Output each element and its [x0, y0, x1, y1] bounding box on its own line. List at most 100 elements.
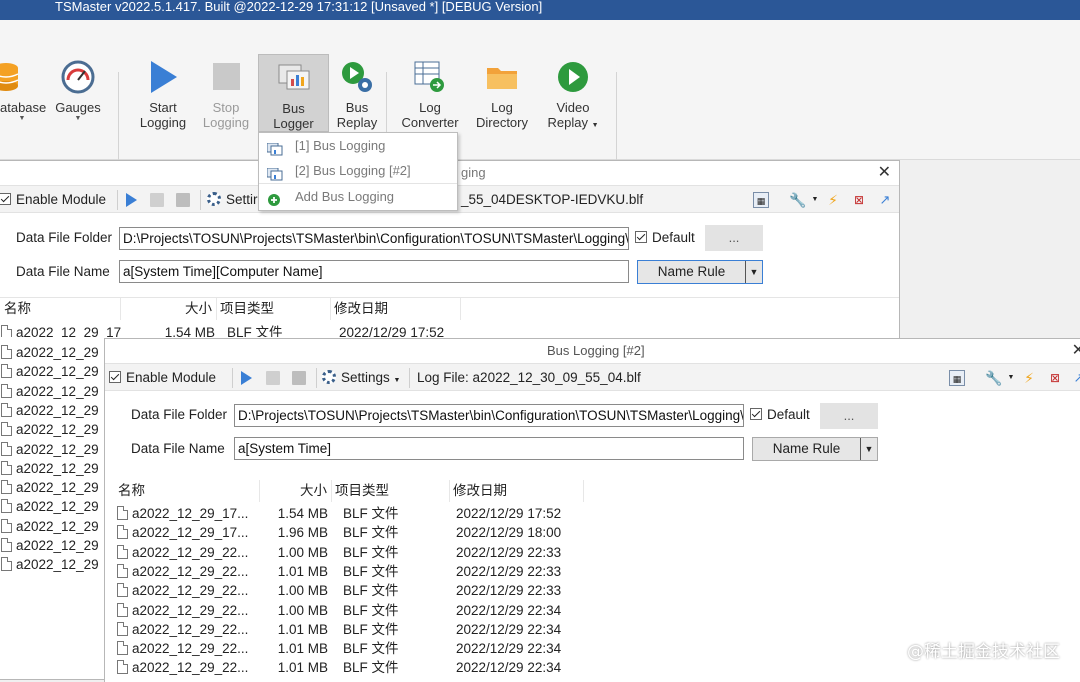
- file-name: a2022_12_29: [16, 557, 99, 573]
- stop-logging-button[interactable]: Stop Logging: [198, 54, 254, 130]
- start-logging-button[interactable]: Start Logging: [134, 54, 192, 130]
- stop-icon[interactable]: [292, 371, 306, 385]
- table-row[interactable]: a2022_12_29_22... 1.01 MB BLF 文件 2022/12/29…: [117, 620, 587, 639]
- file-name: a2022_12_29_22...: [132, 563, 249, 579]
- name-rule-button[interactable]: Name Rule ▼: [752, 437, 878, 461]
- chevron-down-icon[interactable]: ▼: [1003, 370, 1019, 386]
- close-icon[interactable]: ✕: [878, 161, 891, 185]
- column-type[interactable]: 项目类型: [217, 298, 331, 320]
- file-name: a2022_12_29_22...: [132, 660, 249, 676]
- grid-view-icon[interactable]: ▦: [753, 192, 769, 208]
- data-file-folder-input[interactable]: D:\Projects\TOSUN\Projects\TSMaster\bin\…: [234, 404, 744, 427]
- data-file-folder-input[interactable]: D:\Projects\TOSUN\Projects\TSMaster\bin\…: [119, 227, 629, 250]
- column-size[interactable]: 大小: [121, 298, 217, 320]
- file-size: 1.54 MB: [164, 325, 215, 337]
- bus-replay-button[interactable]: Bus Replay: [334, 54, 380, 130]
- menu-item-bus-logging-1[interactable]: [1] Bus Logging: [259, 133, 457, 158]
- table-row[interactable]: a2022_12_29_22... 1.01 MB BLF 文件 2022/12/29…: [117, 562, 587, 581]
- file-name: a2022_12_29: [16, 402, 99, 418]
- settings-dropdown[interactable]: Settir: [207, 186, 258, 214]
- log-file-label: Log File:: [417, 370, 469, 385]
- file-name-cell: a2022_12_29_17: [1, 323, 125, 337]
- file-name: a2022_12_29: [16, 345, 99, 360]
- lightning-icon[interactable]: ⚡: [825, 192, 841, 208]
- play-icon[interactable]: [241, 371, 252, 385]
- table-row[interactable]: a2022_12_29_22... 1.01 MB BLF 文件 2022/12/29…: [117, 658, 587, 677]
- clear-icon[interactable]: ⊠: [851, 192, 867, 208]
- external-link-icon[interactable]: ↗: [1071, 370, 1080, 386]
- table-row[interactable]: a2022_12_29: [1, 362, 107, 381]
- menu-item-bus-logging-2[interactable]: [2] Bus Logging [#2]: [259, 158, 457, 183]
- file-icon: [1, 460, 12, 475]
- default-checkbox[interactable]: Default: [750, 401, 810, 429]
- gauges-button[interactable]: Gauges ▼: [52, 54, 104, 123]
- browse-folder-button[interactable]: ...: [705, 225, 763, 251]
- bus-logger-button[interactable]: Bus Logger: [258, 54, 329, 132]
- table-row[interactable]: a2022_12_29: [1, 459, 107, 478]
- table-row[interactable]: a2022_12_29: [1, 401, 107, 420]
- chevron-down-icon[interactable]: ▼: [807, 192, 823, 208]
- data-file-name-input[interactable]: a[System Time][Computer Name]: [119, 260, 629, 283]
- column-date[interactable]: 修改日期: [450, 480, 584, 502]
- table-row[interactable]: a2022_12_29: [1, 517, 107, 536]
- table-row[interactable]: a2022_12_29: [1, 536, 107, 555]
- file-type: BLF 文件: [343, 583, 399, 599]
- lightning-icon[interactable]: ⚡: [1021, 370, 1037, 386]
- video-replay-label: Video Replay ▼: [542, 100, 604, 133]
- stop-icon[interactable]: [176, 193, 190, 207]
- enable-module-checkbox[interactable]: Enable Module: [109, 364, 216, 392]
- chevron-down-icon: ▼: [18, 115, 26, 122]
- file-icon: [117, 506, 128, 520]
- log-converter-button[interactable]: Log Converter: [398, 54, 462, 130]
- checkbox-checked-icon: [750, 408, 762, 420]
- log-directory-button[interactable]: Log Directory: [472, 54, 532, 130]
- column-name[interactable]: 名称: [115, 480, 260, 502]
- table-row[interactable]: a2022_12_29_22... 1.00 MB BLF 文件 2022/12/29…: [117, 581, 587, 600]
- table-row[interactable]: a2022_12_29: [1, 440, 107, 459]
- table-row[interactable]: a2022_12_29: [1, 420, 107, 439]
- column-type[interactable]: 项目类型: [332, 480, 450, 502]
- table-row[interactable]: a2022_12_29_22... 1.00 MB BLF 文件 2022/12/29…: [117, 543, 587, 562]
- video-replay-button[interactable]: Video Replay ▼: [542, 54, 604, 133]
- table-row[interactable]: a2022_12_29: [1, 555, 107, 574]
- menu-item-add-bus-logging[interactable]: Add Bus Logging: [259, 183, 457, 208]
- grid-view-icon[interactable]: ▦: [949, 370, 965, 386]
- column-name[interactable]: 名称: [1, 298, 121, 320]
- file-type: BLF 文件: [227, 325, 283, 337]
- database-button[interactable]: atabase ▼: [0, 54, 46, 123]
- external-link-icon[interactable]: ↗: [877, 192, 893, 208]
- bus-logger-label: Bus Logger: [273, 101, 314, 131]
- play-icon[interactable]: [126, 193, 137, 207]
- file-date: 2022/12/29 22:34: [456, 621, 562, 637]
- pause-icon[interactable]: [266, 371, 280, 385]
- file-date: 2022/12/29 22:33: [456, 563, 562, 579]
- table-row[interactable]: a2022_12_29: [1, 343, 107, 362]
- file-icon: [1, 518, 12, 533]
- chevron-down-icon[interactable]: ▼: [745, 261, 762, 283]
- table-row[interactable]: a2022_12_29: [1, 382, 107, 401]
- table-row[interactable]: a2022_12_29_22... 1.00 MB BLF 文件 2022/12/29…: [117, 601, 587, 620]
- enable-module-checkbox[interactable]: Enable Module: [0, 186, 106, 214]
- window-2-title: Bus Logging [#2]: [547, 343, 645, 358]
- column-date[interactable]: 修改日期: [331, 298, 461, 320]
- column-size[interactable]: 大小: [260, 480, 332, 502]
- pause-icon[interactable]: [150, 193, 164, 207]
- table-row[interactable]: a2022_12_29: [1, 478, 107, 497]
- file-name: a2022_12_29: [16, 441, 99, 457]
- browse-folder-button[interactable]: ...: [820, 403, 878, 429]
- wrench-icon[interactable]: 🔧: [985, 370, 1002, 386]
- name-rule-button[interactable]: Name Rule ▼: [637, 260, 763, 284]
- clear-icon[interactable]: ⊠: [1047, 370, 1063, 386]
- wrench-icon[interactable]: 🔧: [789, 192, 806, 208]
- ribbon: atabase ▼ Gauges ▼ Start Logging Stop Lo…: [0, 20, 1080, 168]
- table-row[interactable]: a2022_12_29_17... 1.54 MB BLF 文件 2022/12/29…: [117, 504, 587, 523]
- table-row[interactable]: a2022_12_29_17 1.54 MB BLF 文件 2022/12/29…: [1, 323, 461, 337]
- chevron-down-icon[interactable]: ▼: [860, 438, 877, 460]
- table-row[interactable]: a2022_12_29: [1, 497, 107, 516]
- settings-dropdown[interactable]: Settings ▼: [322, 364, 400, 392]
- default-checkbox[interactable]: Default: [635, 224, 695, 252]
- table-row[interactable]: a2022_12_29_22... 1.01 MB BLF 文件 2022/12/29…: [117, 639, 587, 658]
- data-file-name-input[interactable]: a[System Time]: [234, 437, 744, 460]
- close-icon[interactable]: ✕: [1072, 339, 1080, 363]
- table-row[interactable]: a2022_12_29_17... 1.96 MB BLF 文件 2022/12/29…: [117, 523, 587, 542]
